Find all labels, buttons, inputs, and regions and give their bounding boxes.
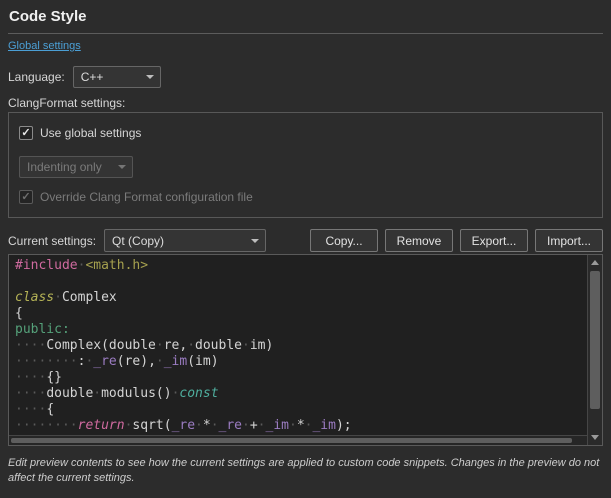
code-line: public: [15,322,586,338]
copy-button[interactable]: Copy... [310,229,378,252]
use-global-settings-label: Use global settings [40,126,141,140]
vertical-scrollbar-thumb[interactable] [590,271,600,409]
clangformat-mode-combobox: Indenting only [19,156,133,178]
override-config-checkbox [19,190,33,204]
code-line: { [15,306,586,322]
use-global-settings-row[interactable]: Use global settings [19,126,141,140]
language-row: Language: C++ [8,65,161,88]
chevron-down-icon [118,165,126,169]
clangformat-mode-combobox-value: Indenting only [27,160,102,174]
chevron-down-icon [146,75,154,79]
scroll-up-icon[interactable] [591,260,599,265]
code-line: ····{} [15,370,586,386]
current-settings-label: Current settings: [8,234,96,248]
import-button[interactable]: Import... [535,229,603,252]
language-label: Language: [8,70,65,84]
override-config-label: Override Clang Format configuration file [40,190,253,204]
language-combobox[interactable]: C++ [73,66,161,88]
code-preview-editor[interactable]: #include·<math.h> class·Complex{public:·… [8,254,603,446]
chevron-down-icon [251,239,259,243]
clangformat-settings-label: ClangFormat settings: [8,96,125,110]
code-line: ········:·_re(re),·_im(im) [15,354,586,370]
code-line: ····{ [15,402,586,418]
code-line [15,274,586,290]
use-global-settings-checkbox[interactable] [19,126,33,140]
language-combobox-value: C++ [81,70,104,84]
code-style-settings-page: Code Style Global settings Language: C++… [0,0,611,498]
current-settings-combobox-value: Qt (Copy) [112,234,164,248]
horizontal-scrollbar[interactable] [9,435,587,445]
vertical-scrollbar[interactable] [587,255,602,445]
title-separator [8,33,603,34]
override-config-row: Override Clang Format configuration file [19,190,253,204]
code-line: class·Complex [15,290,586,306]
scroll-down-icon[interactable] [591,435,599,440]
help-text: Edit preview contents to see how the cur… [8,456,605,486]
current-settings-row: Current settings: Qt (Copy) Copy... Remo… [8,229,603,252]
horizontal-scrollbar-thumb[interactable] [11,438,572,443]
code-lines[interactable]: #include·<math.h> class·Complex{public:·… [15,258,586,435]
current-settings-combobox[interactable]: Qt (Copy) [104,229,266,252]
page-title: Code Style [9,8,87,25]
global-settings-link[interactable]: Global settings [8,40,81,52]
code-line: ····Complex(double·re,·double·im) [15,338,586,354]
export-button[interactable]: Export... [460,229,528,252]
remove-button[interactable]: Remove [385,229,453,252]
code-line: ····double·modulus()·const [15,386,586,402]
code-line: ········return·sqrt(_re·*·_re·+·_im·*·_i… [15,418,586,434]
code-line: #include·<math.h> [15,258,586,274]
clangformat-groupbox: Use global settings Indenting only Overr… [8,112,603,218]
